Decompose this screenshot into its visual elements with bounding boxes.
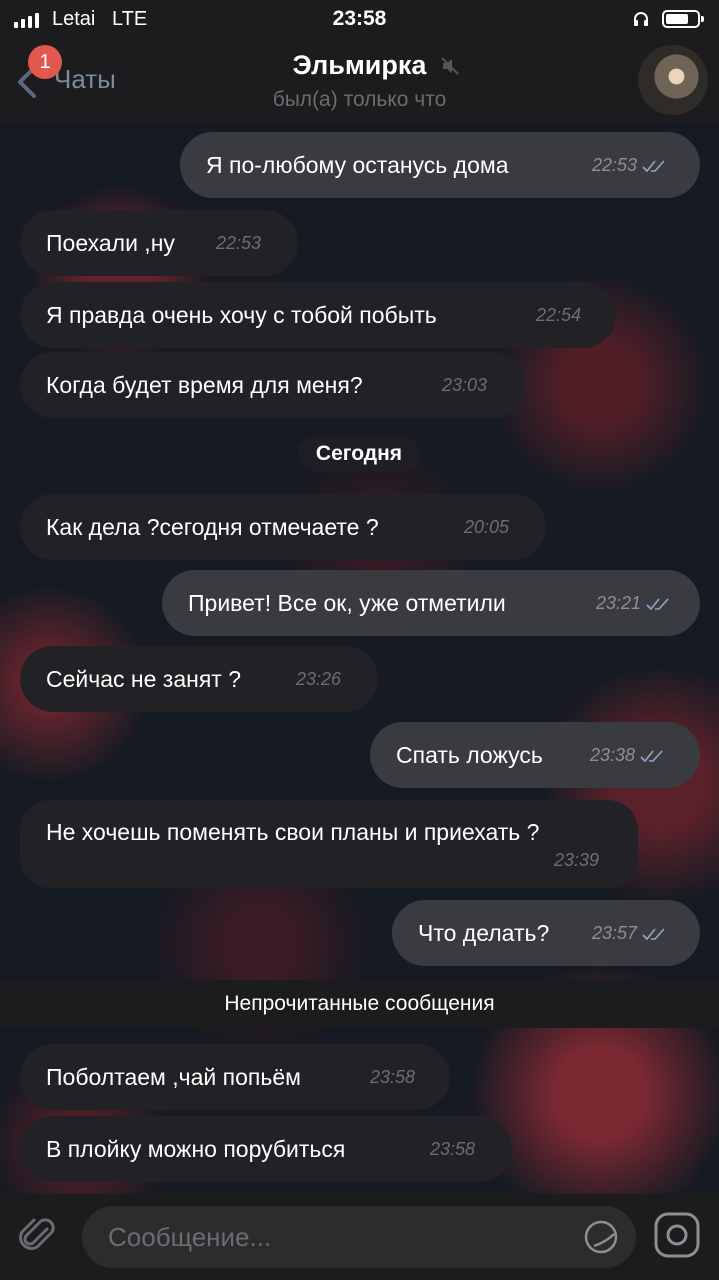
message-text: В плойку можно порубиться	[46, 1136, 346, 1162]
headphones-icon	[634, 12, 648, 26]
message-time: 23:57	[592, 923, 638, 943]
message-time: 22:53	[216, 233, 262, 253]
message-bubble[interactable]: Привет! Все ок, уже отметили 23:21	[162, 570, 700, 636]
status-bar: Letai LTE 23:58	[0, 0, 719, 40]
message-text: Я по-любому останусь дома	[206, 152, 509, 178]
message-time: 23:38	[590, 745, 636, 765]
day-separator: Сегодня	[298, 436, 420, 472]
message-bubble[interactable]: Не хочешь поменять свои планы и приехать…	[20, 800, 638, 888]
last-seen-status: был(а) только что	[272, 88, 447, 111]
message-text: Спать ложусь	[396, 742, 543, 768]
avatar[interactable]	[638, 45, 708, 115]
message-bubble[interactable]: Спать ложусь 23:38	[370, 722, 700, 788]
chat-header: Чаты 1 Эльмирка был(а) только что	[0, 40, 719, 124]
message-bubble[interactable]: Что делать? 23:57	[392, 900, 700, 966]
message-text: Поболтаем ,чай попьём	[46, 1064, 301, 1090]
camera-icon[interactable]	[652, 1210, 702, 1260]
message-bubble[interactable]: Когда будет время для меня? 23:03	[20, 352, 526, 418]
message-time: 23:03	[442, 375, 488, 395]
message-bubble[interactable]: Я правда очень хочу с тобой побыть 22:54	[20, 282, 616, 348]
message-time: 22:53	[592, 155, 638, 175]
message-text: Поехали ,ну	[46, 230, 175, 256]
message-input-placeholder: Сообщение...	[108, 1222, 272, 1252]
message-bubble[interactable]: Я по-любому останусь дома 22:53	[180, 132, 700, 198]
message-bubble[interactable]: Поехали ,ну 22:53	[20, 210, 298, 276]
message-time: 23:21	[596, 593, 642, 613]
mute-icon	[441, 57, 459, 75]
message-input[interactable]: Сообщение...	[82, 1206, 636, 1268]
read-check-icon	[646, 598, 669, 611]
message-text: Когда будет время для меня?	[46, 372, 363, 398]
sticker-icon[interactable]	[584, 1220, 618, 1254]
paperclip-icon[interactable]	[14, 1212, 62, 1260]
message-text: Сейчас не занят ?	[46, 666, 242, 692]
message-bubble[interactable]: Как дела ?сегодня отмечаете ? 20:05	[20, 494, 546, 560]
message-text: Не хочешь поменять свои планы и приехать…	[46, 819, 540, 845]
message-time: 23:58	[430, 1139, 476, 1159]
message-time: 23:39	[554, 850, 600, 870]
read-check-icon	[640, 750, 663, 763]
message-time: 22:54	[536, 305, 582, 325]
message-list[interactable]: Я по-любому останусь дома 22:53 Поехали …	[0, 124, 719, 1194]
unread-separator: Непрочитанные сообщения	[0, 980, 719, 1028]
message-text: Как дела ?сегодня отмечаете ?	[46, 514, 379, 540]
message-bubble[interactable]: Сейчас не занят ? 23:26	[20, 646, 378, 712]
read-check-icon	[642, 928, 665, 941]
composer-bar: Сообщение...	[0, 1194, 719, 1280]
message-time: 20:05	[464, 517, 510, 537]
message-bubble[interactable]: В плойку можно порубиться 23:58	[20, 1116, 512, 1182]
message-text: Я правда очень хочу с тобой побыть	[46, 302, 437, 328]
read-check-icon	[642, 160, 665, 173]
message-bubble[interactable]: Поболтаем ,чай попьём 23:58	[20, 1044, 450, 1110]
message-time: 23:58	[370, 1067, 416, 1087]
battery-icon	[662, 10, 704, 28]
chat-title[interactable]: Эльмирка	[0, 50, 719, 81]
message-text: Привет! Все ок, уже отметили	[188, 590, 506, 616]
message-text: Что делать?	[418, 920, 550, 946]
message-time: 23:26	[296, 669, 342, 689]
status-time: 23:58	[332, 7, 387, 30]
